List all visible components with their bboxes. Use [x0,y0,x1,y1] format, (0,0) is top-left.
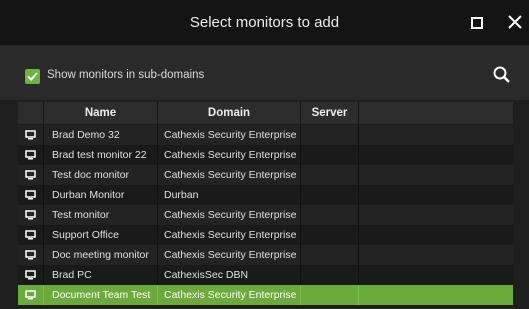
monitor-icon [25,230,36,240]
maximize-button[interactable] [470,16,484,30]
table-row[interactable]: Brad Demo 32 Cathexis Security Enterpris… [18,125,513,145]
monitor-icon [25,170,36,180]
row-name: Brad test monitor 22 [44,145,158,165]
table-row[interactable]: Durban Monitor Durban [18,185,513,205]
monitor-icon [25,290,36,300]
row-domain: Cathexis Security Enterprise [158,145,301,165]
row-icon-cell [18,245,44,265]
row-domain: Cathexis Security Enterprise [158,165,301,185]
row-server [301,165,359,185]
monitor-icon [25,250,36,260]
row-server [301,125,359,145]
column-header-name[interactable]: Name [44,102,158,124]
row-filler [359,225,513,245]
monitor-icon [25,190,36,200]
row-icon-cell [18,205,44,225]
row-domain: Cathexis Security Enterprise [158,245,301,265]
close-button[interactable] [505,12,525,32]
row-icon-cell [18,125,44,145]
row-server [301,145,359,165]
row-filler [359,125,513,145]
row-icon-cell [18,285,44,305]
row-name: Durban Monitor [44,185,158,205]
row-domain: Cathexis Security Enterprise [158,225,301,245]
window-title: Select monitors to add [189,14,340,31]
show-subdomains-label: Show monitors in sub-domains [47,69,205,81]
maximize-icon [471,17,483,29]
row-domain: CathexisSec DBN [158,265,301,285]
title-bar: Select monitors to add [0,0,529,45]
row-server [301,285,359,305]
search-button[interactable] [492,65,512,85]
row-server [301,265,359,285]
table-row[interactable]: Doc meeting monitor Cathexis Security En… [18,245,513,265]
row-domain: Cathexis Security Enterprise [158,205,301,225]
row-name: Brad Demo 32 [44,125,158,145]
row-server [301,245,359,265]
close-icon [508,15,522,29]
row-icon-cell [18,185,44,205]
row-filler [359,205,513,225]
table-row[interactable]: Document Team Test Cathexis Security Ent… [18,285,513,305]
table-row[interactable]: Brad PC CathexisSec DBN [18,265,513,285]
table-row[interactable]: Support Office Cathexis Security Enterpr… [18,225,513,245]
monitor-icon [25,270,36,280]
row-domain: Durban [158,185,301,205]
column-header-icon[interactable] [18,102,44,124]
row-name: Brad PC [44,265,158,285]
row-filler [359,245,513,265]
row-icon-cell [18,145,44,165]
row-filler [359,285,513,305]
monitor-icon [25,150,36,160]
check-icon [27,72,38,81]
monitor-table: Name Domain Server Brad Demo 32 Cathexis… [18,102,513,305]
row-filler [359,265,513,285]
row-name: Test monitor [44,205,158,225]
row-filler [359,165,513,185]
show-subdomains-checkbox[interactable] [25,69,40,84]
monitor-icon [25,210,36,220]
monitor-icon [25,130,36,140]
column-header-server[interactable]: Server [301,102,359,124]
row-server [301,205,359,225]
row-icon-cell [18,225,44,245]
row-domain: Cathexis Security Enterprise [158,285,301,305]
column-header-filler [359,102,513,124]
column-header-domain[interactable]: Domain [158,102,301,124]
row-name: Doc meeting monitor [44,245,158,265]
row-name: Document Team Test [44,285,158,305]
row-server [301,225,359,245]
row-server [301,185,359,205]
search-icon [493,66,510,83]
row-name: Test doc monitor [44,165,158,185]
table-row[interactable]: Test monitor Cathexis Security Enterpris… [18,205,513,225]
row-filler [359,185,513,205]
row-icon-cell [18,265,44,285]
table-row[interactable]: Brad test monitor 22 Cathexis Security E… [18,145,513,165]
row-icon-cell [18,165,44,185]
row-filler [359,145,513,165]
row-name: Support Office [44,225,158,245]
row-domain: Cathexis Security Enterprise [158,125,301,145]
table-row[interactable]: Test doc monitor Cathexis Security Enter… [18,165,513,185]
